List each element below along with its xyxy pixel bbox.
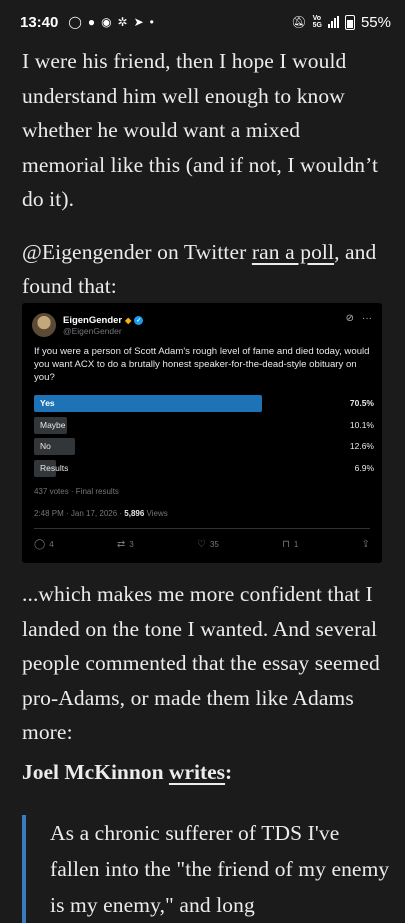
chat-icon: ◉ <box>101 15 112 29</box>
poll-option-percent: 12.6% <box>349 441 374 451</box>
quote-text: As a chronic sufferer of TDS I've fallen… <box>50 821 390 917</box>
poll-option-percent: 70.5% <box>349 398 374 408</box>
signal-icon <box>327 16 339 28</box>
like-button[interactable]: ♡ 35 <box>197 539 219 550</box>
article-body-continued: ...which makes me more confident that I … <box>22 577 387 750</box>
reply-button[interactable]: ◯ 4 <box>34 539 54 550</box>
poll: Yes 70.5% Maybe 10.1% No 12.6% Results 6… <box>34 395 374 481</box>
poll-option-label: No <box>40 441 51 451</box>
poll-votes: 437 votes · Final results <box>34 487 119 496</box>
gold-diamond-icon: ◆ <box>125 315 132 325</box>
volte-icon: Vo 5G <box>312 15 322 29</box>
poll-option-label: Maybe <box>40 419 66 430</box>
more-icon[interactable]: ··· <box>362 313 372 324</box>
bookmark-button[interactable]: ⊓ 1 <box>282 539 298 550</box>
heart-icon: ♡ <box>196 539 206 550</box>
poll-bar <box>34 395 262 412</box>
reply-icon: ◯ <box>34 539 46 550</box>
avatar[interactable] <box>32 313 56 337</box>
writes-link[interactable]: writes <box>169 760 225 784</box>
repost-button[interactable]: ⇄ 3 <box>117 539 134 550</box>
views-count: 5,896 <box>124 509 145 518</box>
paragraph-3: ...which makes me more confident that I … <box>22 582 380 744</box>
paragraph-1: I were his friend, then I hope I would u… <box>22 49 379 211</box>
repost-icon: ⇄ <box>116 539 126 550</box>
grok-icon[interactable]: ⊘ <box>346 313 354 324</box>
divider <box>34 528 370 529</box>
poll-option-label: Yes <box>40 398 55 408</box>
ran-a-poll-link[interactable]: ran a poll <box>252 240 334 264</box>
poll-option: Results 6.9% <box>34 459 374 477</box>
battery-percent: 55% <box>360 13 391 31</box>
battery-icon <box>344 14 355 30</box>
status-bar: 13:40 ◯ ● ◉ ✲ ➤ • 🔕︎ Vo 5G 55% <box>0 0 405 44</box>
whatsapp-icon: ◯ <box>68 15 82 29</box>
poll-option-percent: 6.9% <box>354 462 374 473</box>
quote-heading: Joel McKinnon writes: <box>22 760 233 784</box>
dot-icon: • <box>149 15 154 29</box>
paragraph-2: @Eigengender on Twitter ran a poll, and … <box>22 239 377 299</box>
tweet-text: If you were a person of Scott Adam's rou… <box>34 346 370 383</box>
mute-icon: 🔕︎ <box>291 15 307 29</box>
telegram-icon: ➤ <box>133 15 144 29</box>
status-time: 13:40 <box>20 13 59 31</box>
share-icon: ⇪ <box>361 539 370 550</box>
embedded-tweet[interactable]: EigenGender ◆ ✓ @EigenGender ⊘ ··· If you … <box>22 303 382 563</box>
poll-option: Yes 70.5% <box>34 395 374 412</box>
poll-option: No 12.6% <box>34 438 374 455</box>
verified-icon: ✓ <box>134 315 144 325</box>
blockquote: As a chronic sufferer of TDS I've fallen… <box>22 815 392 923</box>
settings-icon: ✲ <box>117 15 128 29</box>
tweet-handle[interactable]: @EigenGender <box>63 326 143 336</box>
article-body: I were his friend, then I hope I would u… <box>22 44 387 304</box>
tweet-author-name[interactable]: EigenGender <box>63 315 122 326</box>
bookmark-icon: ⊓ <box>282 539 290 550</box>
share-button[interactable]: ⇪ <box>362 539 370 550</box>
poll-option: Maybe 10.1% <box>34 416 374 434</box>
messenger-icon: ● <box>87 15 96 29</box>
tweet-date[interactable]: 2:48 PM · Jan 17, 2026 · 5,896 Views <box>34 509 168 518</box>
tweet-actions: ◯ 4 ⇄ 3 ♡ 35 ⊓ 1 ⇪ <box>34 539 370 550</box>
poll-option-percent: 10.1% <box>349 419 374 430</box>
poll-option-label: Results <box>40 462 69 473</box>
